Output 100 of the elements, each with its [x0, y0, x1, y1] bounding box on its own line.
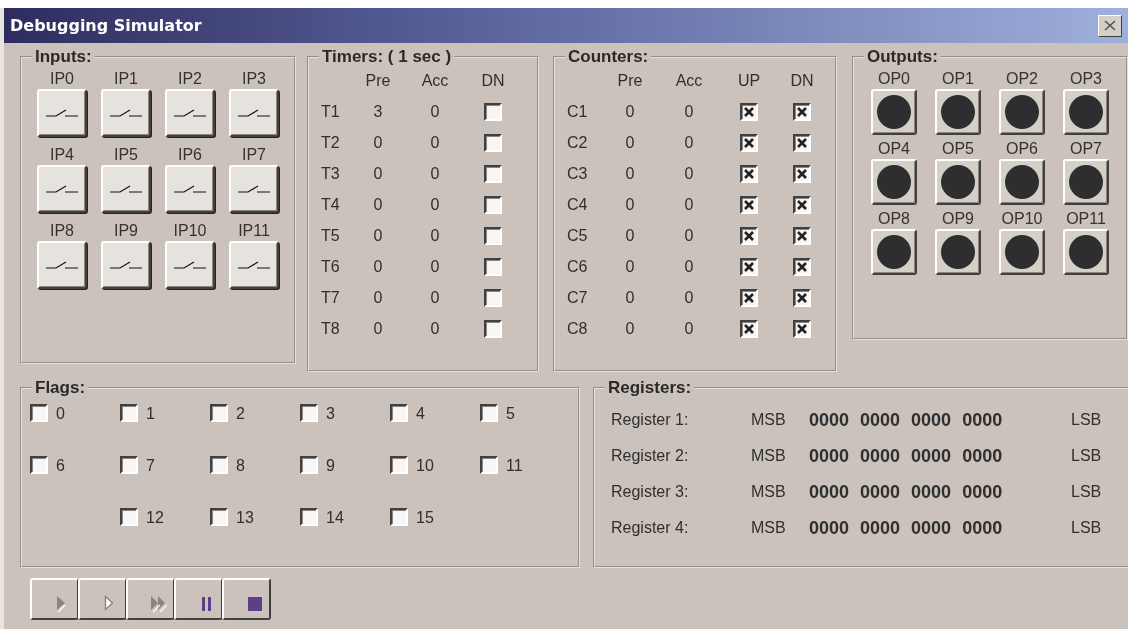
checkbox[interactable]	[793, 319, 811, 338]
output-button[interactable]	[935, 159, 981, 205]
cross-icon	[797, 106, 807, 117]
group-title: Timers: ( 1 sec )	[321, 47, 453, 67]
checkbox[interactable]	[484, 257, 502, 276]
checkbox[interactable]	[390, 456, 408, 474]
checkbox[interactable]	[210, 508, 228, 526]
checkbox[interactable]	[793, 195, 811, 214]
checkbox[interactable]	[740, 133, 758, 152]
switch-button[interactable]	[37, 89, 87, 137]
switch-button[interactable]	[165, 165, 215, 213]
preset-value: 0	[372, 195, 384, 214]
flag-label: 11	[506, 456, 523, 476]
preset-value: 0	[624, 133, 636, 152]
close-button[interactable]	[1098, 14, 1122, 37]
checkbox[interactable]	[484, 288, 502, 307]
stop-button[interactable]	[222, 578, 271, 620]
lsb-label: LSB	[1071, 483, 1103, 501]
checkbox[interactable]	[484, 195, 502, 214]
pause-button[interactable]	[174, 578, 223, 620]
cross-icon	[797, 323, 807, 334]
switch-button[interactable]	[101, 89, 151, 137]
switch-button[interactable]	[37, 241, 87, 289]
checkbox[interactable]	[793, 102, 811, 121]
checkbox[interactable]	[793, 164, 811, 183]
output-button[interactable]	[871, 159, 917, 205]
input-label: IP7	[242, 145, 266, 165]
preset-value: 0	[624, 288, 636, 307]
flag-label: 15	[416, 508, 434, 528]
output-button[interactable]	[1063, 229, 1109, 275]
output-button[interactable]	[999, 159, 1045, 205]
accumulator-value: 0	[429, 164, 441, 183]
switch-button[interactable]	[101, 165, 151, 213]
checkbox[interactable]	[30, 456, 48, 474]
column-header: DN	[480, 71, 506, 90]
checkbox[interactable]	[480, 456, 498, 474]
fast-forward-button[interactable]	[126, 578, 175, 620]
cross-icon	[797, 137, 807, 148]
msb-label: MSB	[751, 483, 787, 501]
output-button[interactable]	[1063, 89, 1109, 135]
checkbox[interactable]	[740, 319, 758, 338]
cross-icon	[797, 292, 807, 303]
checkbox[interactable]	[120, 456, 138, 474]
output-label: OP11	[1066, 209, 1106, 229]
checkbox[interactable]	[740, 226, 758, 245]
checkbox[interactable]	[484, 226, 502, 245]
checkbox[interactable]	[300, 404, 318, 422]
checkbox[interactable]	[740, 257, 758, 276]
checkbox[interactable]	[484, 319, 502, 338]
switch-button[interactable]	[229, 165, 279, 213]
checkbox[interactable]	[484, 133, 502, 152]
switch-button[interactable]	[165, 241, 215, 289]
checkbox[interactable]	[210, 404, 228, 422]
checkbox[interactable]	[740, 288, 758, 307]
checkbox[interactable]	[300, 508, 318, 526]
register-value: 0000 0000 0000 0000	[809, 409, 1004, 431]
column-header: Acc	[420, 71, 450, 90]
switch-button[interactable]	[229, 241, 279, 289]
switch-button[interactable]	[229, 89, 279, 137]
run-button[interactable]	[30, 578, 79, 620]
checkbox[interactable]	[740, 164, 758, 183]
checkbox[interactable]	[210, 456, 228, 474]
checkbox[interactable]	[30, 404, 48, 422]
register-value: 0000 0000 0000 0000	[809, 517, 1004, 539]
output-button[interactable]	[935, 229, 981, 275]
checkbox[interactable]	[120, 508, 138, 526]
output-button[interactable]	[935, 89, 981, 135]
output-label: OP2	[1006, 69, 1038, 89]
checkbox[interactable]	[484, 102, 502, 121]
checkbox[interactable]	[390, 404, 408, 422]
switch-button[interactable]	[165, 89, 215, 137]
cross-icon	[744, 168, 754, 179]
checkbox[interactable]	[793, 226, 811, 245]
output-label: OP0	[878, 69, 910, 89]
output-button[interactable]	[999, 89, 1045, 135]
checkbox[interactable]	[480, 404, 498, 422]
switch-button[interactable]	[101, 241, 151, 289]
output-button[interactable]	[1063, 159, 1109, 205]
cross-icon	[744, 292, 754, 303]
checkbox[interactable]	[120, 404, 138, 422]
accumulator-value: 0	[429, 288, 441, 307]
flag-label: 9	[326, 456, 335, 476]
output-button[interactable]	[871, 229, 917, 275]
checkbox[interactable]	[740, 195, 758, 214]
output-label: OP10	[1001, 209, 1043, 229]
checkbox[interactable]	[793, 288, 811, 307]
step-button[interactable]	[78, 578, 127, 620]
checkbox[interactable]	[484, 164, 502, 183]
switch-button[interactable]	[37, 165, 87, 213]
flag-label: 7	[146, 456, 155, 476]
checkbox[interactable]	[793, 257, 811, 276]
checkbox[interactable]	[793, 133, 811, 152]
checkbox[interactable]	[390, 508, 408, 526]
msb-label: MSB	[751, 447, 787, 465]
checkbox[interactable]	[740, 102, 758, 121]
accumulator-value: 0	[683, 226, 695, 245]
msb-label: MSB	[751, 411, 787, 429]
checkbox[interactable]	[300, 456, 318, 474]
output-button[interactable]	[871, 89, 917, 135]
output-button[interactable]	[999, 229, 1045, 275]
